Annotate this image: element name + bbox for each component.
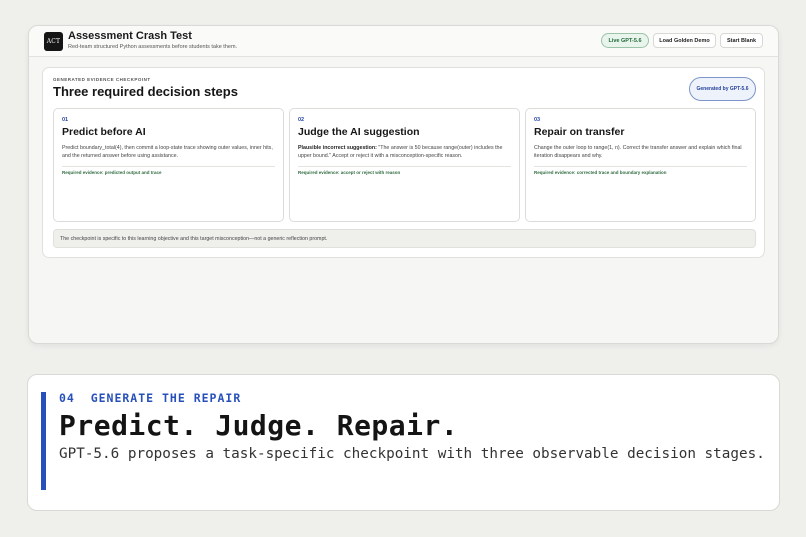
step-evidence: Required evidence: corrected trace and b… [534,170,667,175]
app-title: Assessment Crash Test [68,30,192,42]
step-title: Repair on transfer [534,126,625,138]
app-subtitle: Red-team structured Python assessments b… [68,44,238,50]
step-description: Change the outer loop to range(1, n). Co… [534,145,742,159]
hero-eyebrow: 04 GENERATE THE REPAIR [59,391,242,405]
step-number: 01 [62,117,69,123]
step-card-judge: 02 Judge the AI suggestion Plausible inc… [289,108,520,222]
hero-card: 04 GENERATE THE REPAIR Predict. Judge. R… [27,374,780,511]
divider [298,166,511,167]
evidence-checkpoint-panel: GENERATED EVIDENCE CHECKPOINT Three requ… [42,67,765,258]
step-title: Judge the AI suggestion [298,126,420,138]
step-title: Predict before AI [62,126,146,138]
live-model-button[interactable]: Live GPT-5.6 [601,33,649,48]
step-description-lead: Plausible incorrect suggestion: [298,145,377,151]
hero-title: Predict. Judge. Repair. [59,409,459,442]
step-card-predict: 01 Predict before AI Predict boundary_to… [53,108,284,222]
panel-title: Three required decision steps [53,84,238,99]
load-golden-demo-button[interactable]: Load Golden Demo [653,33,716,48]
hero-subtitle: GPT-5.6 proposes a task-specific checkpo… [59,446,765,462]
step-number: 02 [298,117,305,123]
panel-eyebrow: GENERATED EVIDENCE CHECKPOINT [53,77,151,82]
divider [62,166,275,167]
divider [534,166,747,167]
step-evidence: Required evidence: accept or reject with… [298,170,401,175]
step-evidence: Required evidence: predicted output and … [62,170,162,175]
app-window: ACT Assessment Crash Test Red-team struc… [28,25,779,344]
step-number: 03 [534,117,541,123]
step-card-repair: 03 Repair on transfer Change the outer l… [525,108,756,222]
generated-by-badge: Generated by GPT-5.6 [689,77,756,101]
app-logo: ACT [44,32,63,51]
app-header: ACT Assessment Crash Test Red-team struc… [29,26,778,57]
start-blank-button[interactable]: Start Blank [720,33,763,48]
checkpoint-note: The checkpoint is specific to this learn… [53,229,756,248]
step-description: Predict boundary_total(4), then commit a… [62,145,273,159]
accent-bar [41,392,46,490]
step-description: Plausible incorrect suggestion: "The ans… [298,144,514,160]
